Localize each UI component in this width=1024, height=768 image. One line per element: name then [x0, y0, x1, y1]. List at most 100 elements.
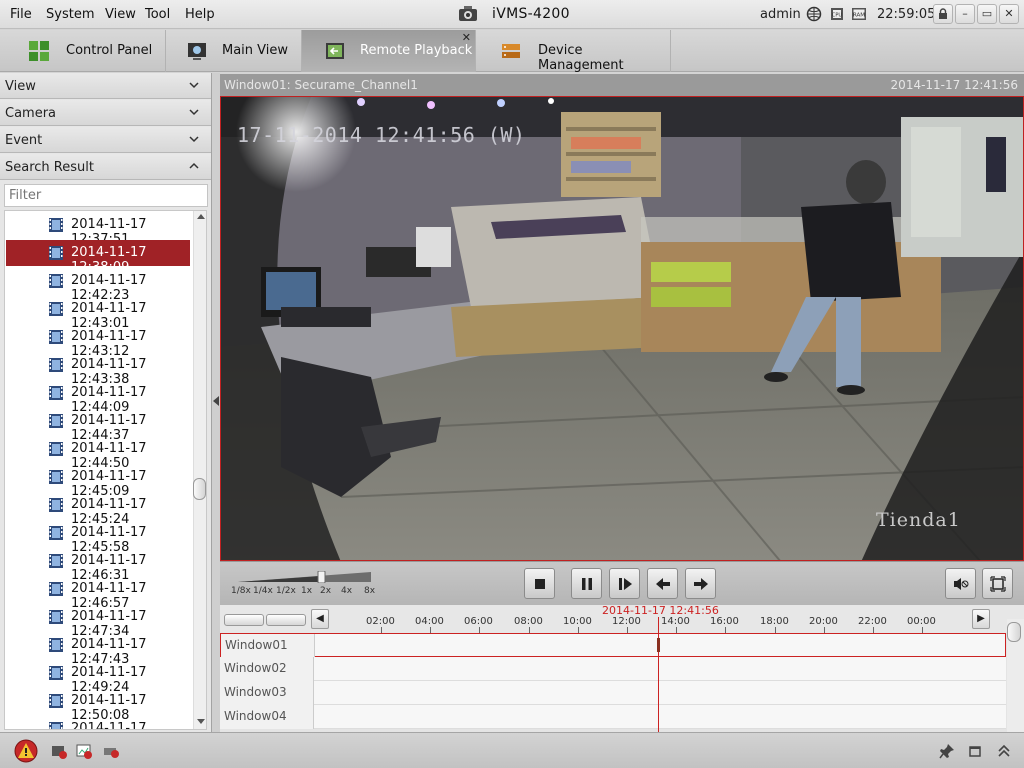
maximize-button[interactable]: ▭: [977, 4, 997, 24]
search-result-label: 2014-11-17 12:51:04: [71, 721, 147, 730]
tab-remote-playback[interactable]: Remote Playback ✕: [302, 30, 476, 72]
device-alarm-icon[interactable]: [102, 742, 120, 760]
tab-control-panel[interactable]: Control Panel: [0, 30, 166, 72]
stop-button[interactable]: [524, 568, 555, 599]
search-result-item[interactable]: 2014-11-17 12:43:12: [6, 324, 190, 359]
video-file-icon: [49, 386, 63, 400]
collapse-up-icon[interactable]: [995, 742, 1013, 760]
timeline-panel: ◀ ▶ 02:00 04:00 06:00 08:00 10:00 12:00 14:00 1…: [220, 604, 1024, 732]
video-playback-window[interactable]: 17-11-2014 12:41:56 (W) Tienda1: [220, 96, 1024, 561]
section-view[interactable]: View: [0, 73, 211, 99]
fullscreen-icon: [990, 576, 1006, 592]
fullscreen-button[interactable]: [982, 568, 1013, 599]
lock-button[interactable]: [933, 4, 953, 24]
timeline-row-window02[interactable]: Window02: [220, 657, 1006, 681]
timeline-prev-button[interactable]: ◀: [311, 609, 329, 629]
timeline-scrollbar-thumb[interactable]: [1007, 622, 1021, 642]
row-label: Window02: [224, 661, 287, 675]
window-time: 2014-11-17 12:41:56: [890, 78, 1018, 92]
filter-input[interactable]: [4, 184, 208, 207]
search-result-item[interactable]: 2014-11-17 12:42:23: [6, 268, 190, 303]
timeline-row-window04[interactable]: Window04: [220, 705, 1006, 729]
timeline-row-window01[interactable]: Window01: [220, 633, 1006, 658]
menu-file[interactable]: File: [10, 7, 32, 22]
search-result-item[interactable]: 2014-11-17 12:45:58: [6, 520, 190, 555]
search-result-item[interactable]: 2014-11-17 12:46:31: [6, 548, 190, 583]
scroll-down-icon[interactable]: [197, 719, 205, 725]
timeline-tick-label: 18:00: [760, 616, 789, 627]
speed-label: 1x: [301, 586, 313, 596]
search-result-item[interactable]: 2014-11-17 12:44:50: [6, 436, 190, 471]
mute-button[interactable]: [945, 568, 976, 599]
minimize-button[interactable]: –: [955, 4, 975, 24]
timeline-next-button[interactable]: ▶: [972, 609, 990, 629]
zoom-out-button[interactable]: [224, 614, 264, 626]
search-result-item[interactable]: 2014-11-17 12:45:24: [6, 492, 190, 527]
audio-alarm-icon[interactable]: [50, 742, 68, 760]
window-mode-icon[interactable]: [966, 742, 984, 760]
speed-up-button[interactable]: [685, 568, 716, 599]
tab-close-icon[interactable]: ✕: [462, 31, 471, 44]
timeline-header: ◀ ▶ 02:00 04:00 06:00 08:00 10:00 12:00 14:00 1…: [220, 604, 1024, 633]
search-result-item[interactable]: 2014-11-17 12:38:09: [6, 240, 190, 275]
pause-button[interactable]: [571, 568, 602, 599]
row-label-cell: Window01: [221, 634, 315, 658]
search-result-item[interactable]: 2014-11-17 12:50:08: [6, 688, 190, 723]
tab-main-view[interactable]: Main View: [166, 30, 302, 72]
timeline-cursor[interactable]: [658, 617, 659, 732]
row-label: Window03: [224, 685, 287, 699]
search-result-item[interactable]: 2014-11-17 12:47:43: [6, 632, 190, 667]
timeline-tick-label: 20:00: [809, 616, 838, 627]
event-alarm-icon[interactable]: [75, 742, 93, 760]
tab-label: Control Panel: [66, 43, 153, 58]
pin-icon[interactable]: [938, 742, 956, 760]
video-file-icon: [49, 610, 63, 624]
playback-controls: 1/8x 1/4x 1/2x 1x 2x 4x 8x: [220, 561, 1024, 605]
section-camera[interactable]: Camera: [0, 100, 211, 126]
timeline-tick-label: 12:00: [612, 616, 641, 627]
search-result-item[interactable]: 2014-11-17 12:51:04: [6, 716, 190, 730]
timeline-tick-label: 02:00: [366, 616, 395, 627]
search-result-item[interactable]: 2014-11-17 12:44:09: [6, 380, 190, 415]
result-scrollbar[interactable]: [193, 211, 206, 729]
camera-feed-image: [221, 97, 1023, 560]
section-label: Camera: [5, 106, 57, 121]
alarm-warning-icon[interactable]: [14, 739, 38, 763]
search-result-item[interactable]: 2014-11-17 12:43:38: [6, 352, 190, 387]
search-result-item[interactable]: 2014-11-17 12:47:34: [6, 604, 190, 639]
device-management-icon: [502, 44, 520, 58]
slow-down-button[interactable]: [647, 568, 678, 599]
search-result-item[interactable]: 2014-11-17 12:49:24: [6, 660, 190, 695]
zoom-in-button[interactable]: [266, 614, 306, 626]
video-file-icon: [49, 470, 63, 484]
ram-icon: RAM: [852, 8, 866, 20]
panel-splitter[interactable]: [212, 73, 220, 732]
search-result-item[interactable]: 2014-11-17 12:46:57: [6, 576, 190, 611]
search-result-item[interactable]: 2014-11-17 12:45:09: [6, 464, 190, 499]
scrollbar-thumb[interactable]: [193, 478, 206, 500]
search-result-item[interactable]: 2014-11-17 12:37:51: [6, 212, 190, 247]
search-result-item[interactable]: 2014-11-17 12:44:37: [6, 408, 190, 443]
video-file-icon: [49, 526, 63, 540]
section-search-result[interactable]: Search Result: [0, 154, 211, 180]
control-panel-icon: [29, 41, 49, 61]
scroll-up-icon[interactable]: [197, 213, 205, 219]
menu-tool[interactable]: Tool: [145, 7, 170, 22]
menu-view[interactable]: View: [105, 7, 136, 22]
tab-label: Device Management: [538, 43, 624, 73]
menu-system[interactable]: System: [46, 7, 94, 22]
close-button[interactable]: ✕: [999, 4, 1019, 24]
video-file-icon: [49, 666, 63, 680]
tab-label: Remote Playback: [360, 43, 473, 58]
speed-slider[interactable]: [238, 571, 371, 583]
collapse-arrow-icon[interactable]: [213, 396, 219, 406]
timeline-row-window03[interactable]: Window03: [220, 681, 1006, 705]
single-frame-button[interactable]: [609, 568, 640, 599]
tab-label: Main View: [222, 43, 289, 58]
tab-device-management[interactable]: Device Management: [476, 30, 671, 73]
pause-icon: [582, 578, 592, 590]
section-event[interactable]: Event: [0, 127, 211, 153]
search-result-item[interactable]: 2014-11-17 12:43:01: [6, 296, 190, 331]
menu-help[interactable]: Help: [185, 7, 215, 22]
timeline-tick-label: 10:00: [563, 616, 592, 627]
